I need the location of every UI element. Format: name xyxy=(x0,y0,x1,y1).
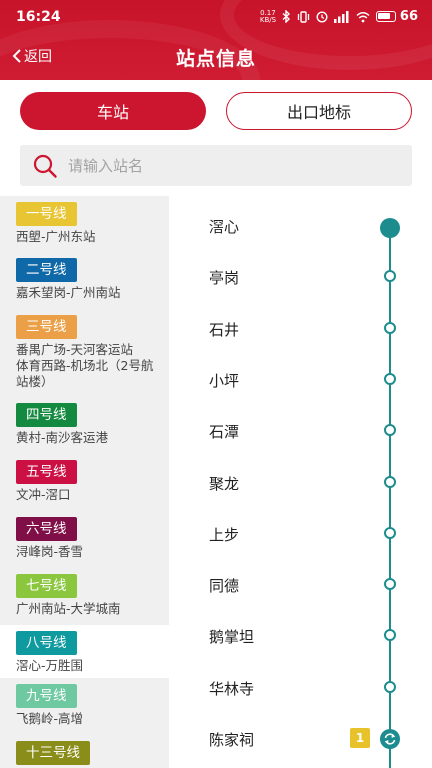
station-name: 石潭 xyxy=(209,423,240,441)
line-badge: 七号线 xyxy=(16,574,77,598)
station-name: 石井 xyxy=(209,321,240,339)
line-route: 嘉禾望岗-广州南站 xyxy=(16,285,121,300)
status-time: 16:24 xyxy=(16,9,61,25)
line-badge: 一号线 xyxy=(16,202,77,226)
station-name: 亭岗 xyxy=(209,269,240,287)
battery-level: 66 xyxy=(399,9,418,24)
station-name: 华林寺 xyxy=(209,680,255,698)
vibrate-icon xyxy=(297,10,310,23)
line-route: 番禺广场-天河客运站 体育西路-机场北（2号航站楼） xyxy=(16,342,154,389)
page-title: 站点信息 xyxy=(175,48,256,70)
line-item[interactable]: 八号线滘心-万胜围 xyxy=(0,625,169,678)
net-speed-unit: KB/S xyxy=(259,15,277,24)
station-row[interactable]: 石井 xyxy=(169,303,432,354)
line-route: 飞鹅岭-高增 xyxy=(16,711,84,726)
line-route: 文冲-滘口 xyxy=(16,487,71,502)
battery-cell xyxy=(375,11,396,22)
line-item[interactable]: 三号线番禺广场-天河客运站 体育西路-机场北（2号航站楼） xyxy=(0,309,169,397)
line-list: 一号线西塱-广州东站二号线嘉禾望岗-广州南站三号线番禺广场-天河客运站 体育西路… xyxy=(0,196,169,768)
station-name: 陈家祠 xyxy=(209,731,255,749)
line-item[interactable]: 五号线文冲-滘口 xyxy=(0,454,169,511)
station-row[interactable]: 滘心 xyxy=(169,200,432,251)
line-badge: 三号线 xyxy=(16,315,77,339)
line-item[interactable]: 二号线嘉禾望岗-广州南站 xyxy=(0,252,169,309)
station-row[interactable]: 上步 xyxy=(169,508,432,559)
bluetooth-icon xyxy=(282,10,291,23)
line-badge: 六号线 xyxy=(16,517,77,541)
line-route: 西塱-广州东站 xyxy=(16,229,96,244)
station-name: 上步 xyxy=(209,526,240,544)
station-row[interactable]: 亭岗 xyxy=(169,251,432,302)
battery-icon: 66 xyxy=(375,9,418,24)
station-dot xyxy=(384,578,396,590)
line-badge: 八号线 xyxy=(16,631,77,655)
station-name: 鹅掌坦 xyxy=(209,628,255,646)
station-row[interactable]: 聚龙 xyxy=(169,457,432,508)
status-bar: 16:24 0.17 KB/S 66 xyxy=(0,0,432,34)
search-bar xyxy=(20,145,412,186)
current-station-dot xyxy=(380,218,400,238)
station-dot xyxy=(384,373,396,385)
line-badge: 四号线 xyxy=(16,403,77,427)
line-route: 浔峰岗-香雪 xyxy=(16,544,84,559)
status-icons: 0.17 KB/S 66 xyxy=(260,9,418,24)
station-row[interactable]: 同德 xyxy=(169,559,432,610)
station-list: 滘心亭岗石井小坪石潭聚龙上步同德鹅掌坦华林寺陈家祠 1 xyxy=(169,196,432,768)
line-badge: 九号线 xyxy=(16,684,77,708)
station-row[interactable]: 华林寺 xyxy=(169,662,432,713)
line-route: 滘心-万胜围 xyxy=(16,658,84,673)
station-dot xyxy=(384,629,396,641)
station-name: 聚龙 xyxy=(209,475,240,493)
line-item[interactable]: 六号线浔峰岗-香雪 xyxy=(0,511,169,568)
station-dot xyxy=(384,476,396,488)
line-item[interactable]: 四号线黄村-南沙客运港 xyxy=(0,397,169,454)
station-row[interactable]: 陈家祠 1 xyxy=(169,713,432,764)
search-input[interactable] xyxy=(68,156,368,175)
tab-stations[interactable]: 车站 xyxy=(20,92,206,130)
transfer-icon xyxy=(380,729,400,749)
tab-exit-landmarks[interactable]: 出口地标 xyxy=(226,92,412,130)
wifi-icon xyxy=(356,11,370,23)
station-dot xyxy=(384,270,396,282)
transfer-line-badge: 1 xyxy=(350,728,370,748)
line-item[interactable]: 七号线广州南站-大学城南 xyxy=(0,568,169,625)
station-dot xyxy=(384,424,396,436)
line-route: 广州南站-大学城南 xyxy=(16,601,121,616)
alarm-icon xyxy=(316,10,328,23)
station-row[interactable]: 小坪 xyxy=(169,354,432,405)
line-badge: 五号线 xyxy=(16,460,77,484)
station-dot xyxy=(384,527,396,539)
station-name: 同德 xyxy=(209,577,240,595)
line-item[interactable]: 十三号线 xyxy=(0,735,169,768)
station-dot xyxy=(384,681,396,693)
search-icon xyxy=(33,154,57,178)
line-route: 黄村-南沙客运港 xyxy=(16,430,109,445)
signal-icon xyxy=(333,10,350,23)
station-row[interactable]: 石潭 xyxy=(169,405,432,456)
station-dot xyxy=(384,322,396,334)
line-badge: 十三号线 xyxy=(16,741,90,765)
line-badge: 二号线 xyxy=(16,258,77,282)
app-header: 16:24 0.17 KB/S 66 返回 站点信息 xyxy=(0,0,432,80)
line-item[interactable]: 一号线西塱-广州东站 xyxy=(0,196,169,252)
line-item[interactable]: 九号线飞鹅岭-高增 xyxy=(0,678,169,735)
station-name: 小坪 xyxy=(209,372,240,390)
station-row[interactable]: 鹅掌坦 xyxy=(169,610,432,661)
net-speed: 0.17 KB/S xyxy=(259,9,277,24)
station-name: 滘心 xyxy=(209,218,240,236)
